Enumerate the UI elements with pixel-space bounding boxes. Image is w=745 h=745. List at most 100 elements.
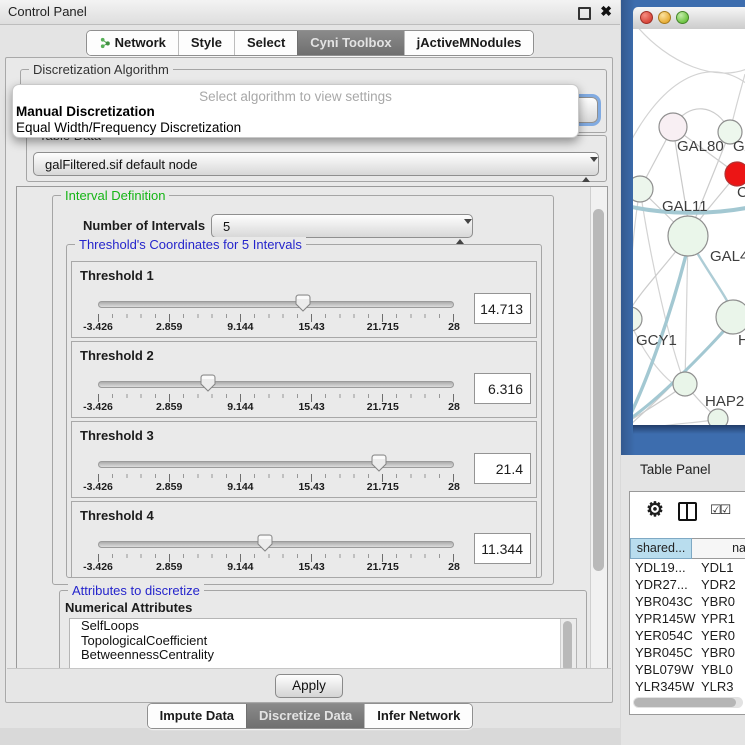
tab-discretize-data[interactable]: Discretize Data	[246, 704, 364, 728]
threshold-slider[interactable]	[98, 456, 454, 474]
table-row[interactable]: YBL079WYBL0	[630, 661, 745, 678]
table-row[interactable]: YDL19...YDL1	[630, 559, 745, 576]
tick-label: -3.426	[83, 321, 113, 333]
tick-label: -3.426	[83, 481, 113, 493]
tab-style[interactable]: Style	[178, 31, 234, 55]
tab-impute-data[interactable]: Impute Data	[148, 704, 246, 728]
threshold-slider[interactable]	[98, 536, 454, 554]
slider-thumb[interactable]	[296, 294, 311, 312]
table-data-value: galFiltered.sif default node	[45, 157, 197, 172]
network-node[interactable]	[659, 113, 687, 141]
combo-arrows-icon	[456, 220, 464, 244]
tab-network[interactable]: Network	[87, 31, 178, 55]
slider-track[interactable]	[98, 301, 454, 308]
network-node[interactable]	[633, 176, 653, 202]
select-columns-icon[interactable]: ☑☑	[710, 502, 729, 518]
algorithm-option-equal-width[interactable]: Equal Width/Frequency Discretization	[13, 120, 578, 136]
network-node[interactable]	[716, 300, 745, 334]
number-of-intervals-value: 5	[223, 219, 230, 234]
slider-thumb[interactable]	[201, 374, 216, 392]
tick-label: 21.715	[367, 401, 399, 413]
network-node[interactable]	[725, 162, 745, 186]
attribute-item[interactable]: SelfLoops	[70, 619, 576, 634]
network-node[interactable]	[633, 307, 642, 331]
interval-definition-title: Interval Definition	[61, 188, 169, 203]
table-row[interactable]: YBR043CYBR0	[630, 593, 745, 610]
numerical-attributes-list[interactable]: SelfLoopsTopologicalCoefficientBetweenne…	[69, 618, 577, 670]
table-row[interactable]: YBR045CYBR0	[630, 644, 745, 661]
tick-label: 15.43	[298, 401, 324, 413]
threshold-slider[interactable]	[98, 376, 454, 394]
control-panel-header: Control Panel ✖	[0, 0, 620, 25]
apply-button[interactable]: Apply	[275, 674, 343, 698]
interval-definition-group: Interval Definition Number of Intervals …	[52, 195, 554, 585]
tab-cyni-toolbox[interactable]: Cyni Toolbox	[297, 31, 403, 55]
list-scrollbar[interactable]	[560, 619, 576, 670]
close-button[interactable]	[640, 11, 653, 24]
threshold-card: Threshold 3 -3.4262.8599.14415.4321.7152…	[71, 421, 537, 498]
column-header-name[interactable]: na	[692, 538, 745, 559]
attribute-item[interactable]: BetweennessCentrality	[70, 648, 576, 663]
algorithm-option-manual[interactable]: Manual Discretization	[13, 104, 578, 120]
table-rows: YDL19...YDL1YDR27...YDR2YBR043CYBR0YPR14…	[630, 559, 745, 697]
tab-infer-network[interactable]: Infer Network	[364, 704, 472, 728]
network-window-titlebar[interactable]	[633, 7, 745, 30]
window-shadow	[633, 425, 745, 434]
threshold-value-box[interactable]: 14.713	[474, 293, 531, 324]
slider-thumb[interactable]	[258, 534, 273, 552]
table-panel-title: Table Panel	[640, 462, 711, 477]
threshold-value-box[interactable]: 6.316	[474, 373, 531, 404]
table-row[interactable]: YLR345WYLR3	[630, 678, 745, 695]
threshold-coordinates-group: Threshold's Coordinates for 5 Intervals …	[66, 244, 542, 578]
tick-label: 15.43	[298, 561, 324, 573]
node-label: GAL4	[710, 248, 745, 265]
network-node[interactable]	[668, 216, 708, 256]
tick-label: 28	[448, 401, 460, 413]
slider-track[interactable]	[98, 541, 454, 548]
slider-thumb[interactable]	[372, 454, 387, 472]
tab-jactivemnodules[interactable]: jActiveMNodules	[404, 31, 534, 55]
tick-label: 9.144	[227, 321, 253, 333]
threshold-slider[interactable]	[98, 296, 454, 314]
table-panel: Table Panel ⚙ ☑☑ shared... na YDL19...YD…	[621, 455, 745, 745]
network-node[interactable]	[708, 409, 728, 425]
table-row[interactable]: YER054CYER0	[630, 627, 745, 644]
settings-scrollpane: Interval Definition Number of Intervals …	[16, 186, 608, 670]
node-label: GAL80	[677, 138, 724, 155]
attribute-item[interactable]: TopologicalCoefficient	[70, 634, 576, 649]
table-row[interactable]: YDR27...YDR2	[630, 576, 745, 593]
zoom-button[interactable]	[676, 11, 689, 24]
close-icon[interactable]: ✖	[600, 3, 612, 20]
threshold-value-box[interactable]: 11.344	[474, 533, 531, 564]
gear-icon[interactable]: ⚙	[646, 497, 664, 522]
tick-label: 2.859	[156, 321, 182, 333]
float-window-icon[interactable]	[578, 7, 591, 20]
threshold-card: Threshold 4 -3.4262.8599.14415.4321.7152…	[71, 501, 537, 578]
tick-labels: -3.4262.8599.14415.4321.71528	[98, 401, 454, 413]
tick-label: 28	[448, 321, 460, 333]
tab-select[interactable]: Select	[234, 31, 297, 55]
network-canvas[interactable]: GAL80GACGAL11GAL4GCY1HHAP2	[633, 29, 745, 425]
bottom-tab-bar: Impute Data Discretize Data Infer Networ…	[0, 703, 620, 729]
tick-label: 9.144	[227, 481, 253, 493]
minimize-button[interactable]	[658, 11, 671, 24]
slider-track[interactable]	[98, 381, 454, 388]
network-node[interactable]	[673, 372, 697, 396]
threshold-value-box[interactable]: 21.4	[474, 453, 531, 484]
numerical-attributes-label: Numerical Attributes	[65, 600, 192, 615]
network-icon	[99, 37, 111, 49]
algorithm-dropdown-popup: Select algorithm to view settings Manual…	[12, 84, 579, 138]
threshold-card: Threshold 2 -3.4262.8599.14415.4321.7152…	[71, 341, 537, 418]
tick-labels: -3.4262.8599.14415.4321.71528	[98, 481, 454, 493]
column-header-shared-name[interactable]: shared...	[630, 538, 692, 559]
node-label: HAP2	[705, 393, 744, 410]
split-columns-icon[interactable]	[678, 502, 697, 521]
table-data-combobox[interactable]: galFiltered.sif default node	[33, 152, 599, 176]
tick-label: 15.43	[298, 321, 324, 333]
threshold-list: Threshold 1 -3.4262.8599.14415.4321.7152…	[71, 261, 537, 581]
table-row[interactable]: YPR145WYPR1	[630, 610, 745, 627]
panel-scrollbar[interactable]	[590, 187, 607, 669]
number-of-intervals-combobox[interactable]: 5	[211, 214, 473, 238]
horizontal-scrollbar[interactable]	[633, 697, 743, 708]
slider-track[interactable]	[98, 461, 454, 468]
